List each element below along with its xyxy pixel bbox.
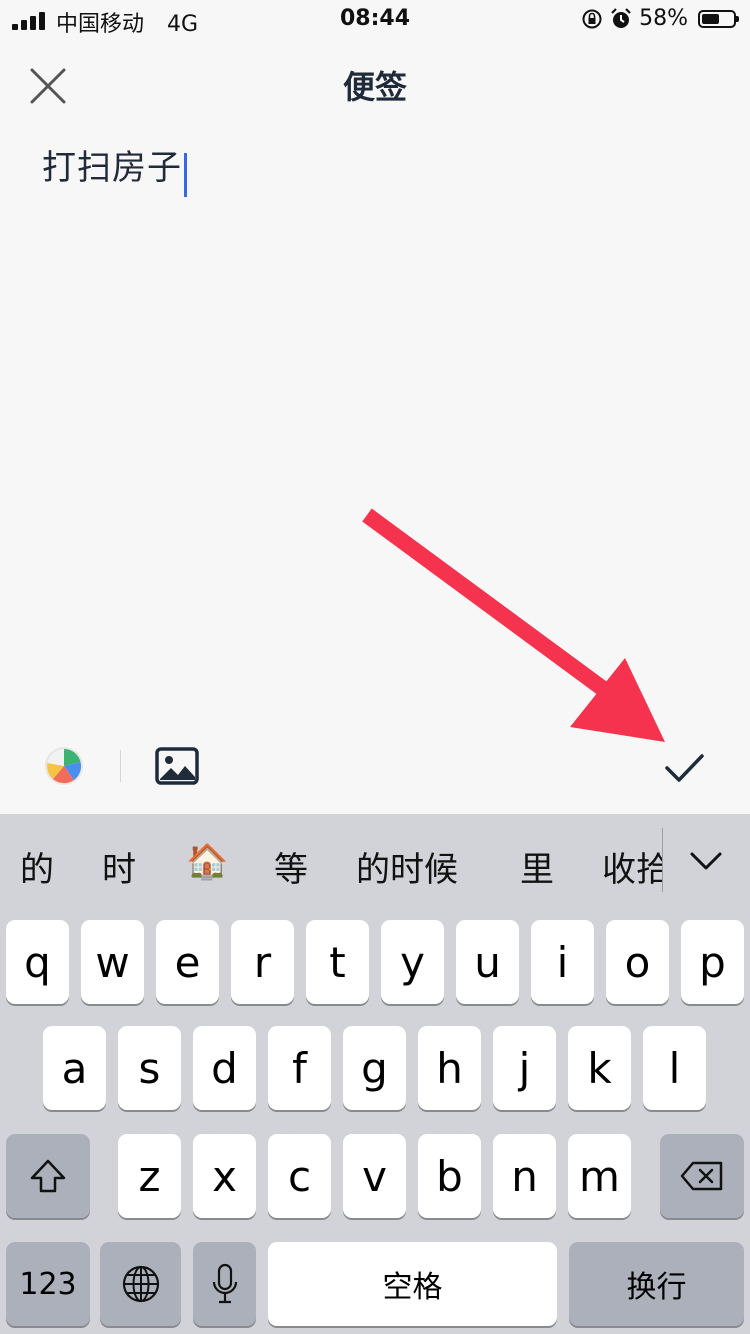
text-caret (184, 152, 187, 197)
key-j[interactable]: j (493, 1026, 556, 1110)
key-x[interactable]: x (193, 1134, 256, 1218)
key-q[interactable]: q (6, 920, 69, 1004)
key-c[interactable]: c (268, 1134, 331, 1218)
key-t[interactable]: t (306, 920, 369, 1004)
status-bar: 中国移动 4G 08:44 58% (0, 0, 750, 40)
suggestion-bar: 的 时 🏠 等 的时候 里 收拾 (0, 814, 750, 914)
image-icon (155, 747, 199, 785)
toolbar-divider (120, 750, 121, 782)
keyboard: 的 时 🏠 等 的时候 里 收拾 q w e r t y u i o p a s… (0, 814, 750, 1334)
key-o[interactable]: o (606, 920, 669, 1004)
insert-image-button[interactable] (154, 746, 200, 786)
key-e[interactable]: e (156, 920, 219, 1004)
key-s[interactable]: s (118, 1026, 181, 1110)
microphone-icon (212, 1263, 237, 1304)
key-f[interactable]: f (268, 1026, 331, 1110)
page-title: 便签 (342, 68, 407, 106)
battery-fill (702, 13, 719, 24)
key-u[interactable]: u (456, 920, 519, 1004)
numbers-key[interactable]: 123 (6, 1242, 90, 1326)
checkmark-icon (665, 754, 704, 782)
key-w[interactable]: w (81, 920, 144, 1004)
key-k[interactable]: k (568, 1026, 631, 1110)
suggestion-item[interactable]: 的 (20, 842, 54, 891)
header: 便签 (0, 40, 750, 130)
screen: 中国移动 4G 08:44 58% 便签 打扫房子 的 时 🏠 等 的时候 里 … (0, 0, 750, 1334)
key-v[interactable]: v (343, 1134, 406, 1218)
suggestion-item[interactable]: 的时候 (356, 842, 458, 891)
shift-key[interactable] (6, 1134, 90, 1218)
dictation-key[interactable] (193, 1242, 256, 1326)
note-editor[interactable]: 打扫房子 (42, 140, 708, 700)
battery-icon (698, 9, 739, 28)
key-l[interactable]: l (643, 1026, 706, 1110)
key-b[interactable]: b (418, 1134, 481, 1218)
collapse-suggestions-button[interactable] (686, 842, 726, 882)
chevron-down-icon (690, 852, 722, 870)
rotation-lock-icon (582, 9, 602, 28)
status-right: 58% (581, 6, 739, 31)
suggestion-item[interactable]: 🏠 (186, 842, 228, 882)
key-i[interactable]: i (531, 920, 594, 1004)
suggestion-divider (662, 828, 663, 892)
suggestion-item[interactable]: 时 (102, 842, 136, 891)
key-p[interactable]: p (681, 920, 744, 1004)
delete-key[interactable] (660, 1134, 744, 1218)
battery-percent: 58% (639, 6, 688, 31)
globe-icon (122, 1265, 159, 1303)
key-z[interactable]: z (118, 1134, 181, 1218)
key-h[interactable]: h (418, 1026, 481, 1110)
alarm-icon (611, 7, 631, 28)
key-a[interactable]: a (43, 1026, 106, 1110)
key-n[interactable]: n (493, 1134, 556, 1218)
return-key[interactable]: 换行 (569, 1242, 744, 1326)
suggestion-list: 的 时 🏠 等 的时候 里 收拾 (0, 814, 662, 914)
editor-toolbar (0, 736, 750, 800)
suggestion-item[interactable]: 里 (520, 842, 554, 891)
color-picker-button[interactable] (44, 746, 84, 786)
key-g[interactable]: g (343, 1026, 406, 1110)
globe-key[interactable] (100, 1242, 181, 1326)
suggestion-item[interactable]: 等 (274, 842, 308, 891)
backspace-icon (680, 1161, 723, 1191)
done-button[interactable] (660, 744, 708, 792)
shift-icon (30, 1159, 66, 1193)
suggestion-item[interactable]: 收拾 (602, 842, 662, 891)
note-content[interactable]: 打扫房子 (42, 140, 182, 189)
key-y[interactable]: y (381, 920, 444, 1004)
key-r[interactable]: r (231, 920, 294, 1004)
color-palette-icon (45, 747, 83, 785)
space-key[interactable]: 空格 (268, 1242, 557, 1326)
key-d[interactable]: d (193, 1026, 256, 1110)
key-m[interactable]: m (568, 1134, 631, 1218)
